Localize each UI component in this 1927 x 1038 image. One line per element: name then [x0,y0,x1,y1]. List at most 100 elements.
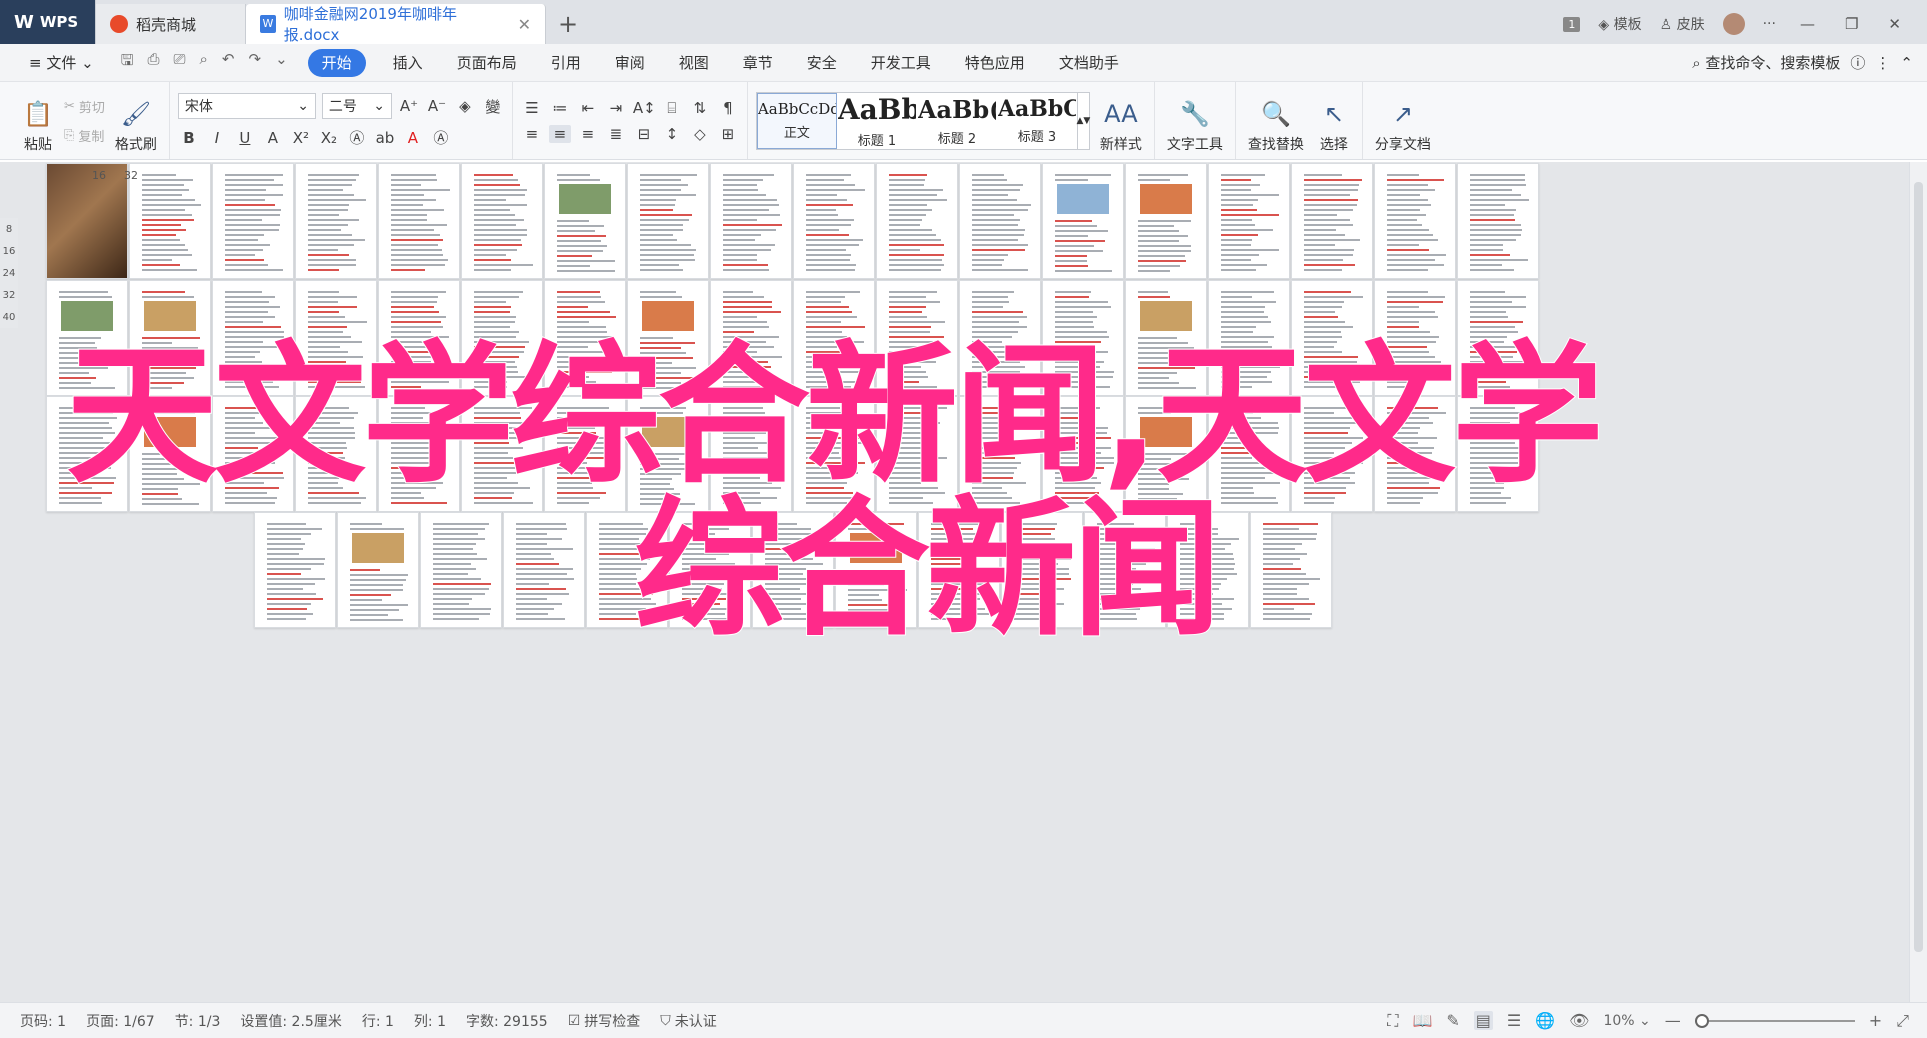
page-thumbnail[interactable] [1042,163,1124,279]
store-tab[interactable]: 稻壳商城 [96,4,246,44]
zoom-slider-knob[interactable] [1694,1013,1709,1028]
shading-icon[interactable]: ◇ [689,125,711,143]
fullscreen-icon[interactable]: ⛶ [1387,1011,1398,1031]
page-thumbnail[interactable] [835,512,917,628]
style-heading-2[interactable]: AaBb( 标题 2 [917,93,997,149]
page-thumbnail[interactable] [627,396,709,512]
decrease-indent-icon[interactable]: ⇤ [577,99,599,117]
font-name-select[interactable]: 宋体 ⌄ [177,93,316,119]
align-left-icon[interactable]: ≡ [521,125,543,143]
page-thumbnail[interactable] [46,280,128,396]
grow-font-icon[interactable]: A⁺ [398,97,420,115]
page-thumbnail[interactable] [1457,396,1539,512]
status-setting[interactable]: 设置值: 2.5厘米 [230,1011,351,1031]
fit-page-icon[interactable]: ⤢ [1896,1011,1909,1031]
numbered-list-icon[interactable]: ≔ [549,99,571,117]
command-search[interactable]: ⌕ 查找命令、搜索模板 [1692,52,1840,73]
page-thumbnail[interactable] [710,396,792,512]
menu-insert[interactable]: 插入 [376,49,440,77]
increase-indent-icon[interactable]: ⇥ [605,99,627,117]
text-direction-icon[interactable]: A↕ [633,99,656,117]
italic-icon[interactable]: I [206,129,228,147]
customize-icon[interactable]: ⌄ [275,50,288,75]
page-thumbnail[interactable] [669,512,751,628]
page-thumbnail[interactable] [1208,396,1290,512]
save-icon[interactable]: 🖫 [121,50,134,75]
menu-references[interactable]: 引用 [534,49,598,77]
status-page-number[interactable]: 页码: 1 [10,1011,76,1031]
avatar[interactable] [1722,13,1745,35]
zoom-slider[interactable] [1694,1013,1855,1028]
page-thumbnail[interactable] [1291,280,1373,396]
horizontal-ruler[interactable]: 16 32 [60,164,150,186]
page-thumbnail[interactable] [544,163,626,279]
close-window-icon[interactable]: ✕ [1882,15,1907,33]
zoom-level[interactable]: 10% ⌄ [1603,1013,1650,1029]
status-word-count[interactable]: 字数: 29155 [456,1011,558,1031]
page-thumbnail[interactable] [503,512,585,628]
menu-security[interactable]: 安全 [790,49,854,77]
bold-icon[interactable]: B [178,129,200,147]
page-thumbnail[interactable] [254,512,336,628]
page-thumbnail[interactable] [627,280,709,396]
status-page[interactable]: 页面: 1/67 [76,1011,165,1031]
template-button[interactable]: ◈ 模板 [1598,14,1641,34]
page-thumbnail[interactable] [586,512,668,628]
zoom-in-icon[interactable]: + [1869,1011,1882,1030]
document-workspace[interactable]: 天文学综合新闻,天文学 综合新闻 [0,162,1927,1002]
subscript-icon[interactable]: X₂ [318,129,340,147]
menu-features[interactable]: 特色应用 [948,49,1042,77]
page-thumbnail[interactable] [1291,396,1373,512]
status-section[interactable]: 节: 1/3 [165,1011,231,1031]
spellcheck-button[interactable]: ☑ 拼写检查 [558,1011,651,1031]
read-mode-icon[interactable]: 📖 [1412,1011,1432,1030]
format-painter-button[interactable]: 🖌 格式刷 [111,88,161,154]
text-effect-icon[interactable]: Ⓐ [346,127,368,148]
web-view-icon[interactable]: 🌐 [1535,1011,1555,1030]
redo-icon[interactable]: ↷ [249,50,262,75]
show-marks-icon[interactable]: ¶ [717,99,739,117]
menu-doc-assistant[interactable]: 文档助手 [1042,49,1136,77]
page-thumbnail[interactable] [1167,512,1249,628]
page-thumbnail[interactable] [793,163,875,279]
distribute-icon[interactable]: ⊟ [633,125,655,143]
page-thumbnail[interactable] [876,396,958,512]
page-thumbnail[interactable] [212,280,294,396]
skin-button[interactable]: ♙ 皮肤 [1660,14,1705,34]
scrollbar-thumb[interactable] [1914,182,1923,952]
align-right-icon[interactable]: ≡ [577,125,599,143]
page-thumbnail[interactable] [710,280,792,396]
page-thumbnail[interactable] [544,280,626,396]
share-doc-button[interactable]: ↗ 分享文档 [1371,88,1435,154]
page-thumbnail[interactable] [295,280,377,396]
menu-developer[interactable]: 开发工具 [854,49,948,77]
page-thumbnail[interactable] [1291,163,1373,279]
cut-button[interactable]: ✂ 剪切 [64,97,105,116]
minimize-icon[interactable]: — [1794,15,1821,33]
wps-home-tab[interactable]: W WPS [0,0,96,44]
page-thumbnail[interactable] [1374,396,1456,512]
outline-view-icon[interactable]: ☰ [1507,1011,1521,1030]
collapse-ribbon-icon[interactable]: ⌃ [1900,54,1913,72]
page-thumbnail[interactable] [378,396,460,512]
restore-icon[interactable]: ❐ [1839,15,1864,33]
page-thumbnail[interactable] [378,163,460,279]
zoom-out-icon[interactable]: — [1665,1011,1681,1030]
undo-icon[interactable]: ↶ [222,50,235,75]
certification-button[interactable]: ⛉ 未认证 [650,1011,727,1031]
page-thumbnail[interactable] [918,512,1000,628]
page-thumbnail[interactable] [1042,280,1124,396]
justify-icon[interactable]: ≣ [605,125,627,143]
page-thumbnail[interactable] [212,163,294,279]
phonetic-icon[interactable]: 變 [482,96,504,117]
export-icon[interactable]: ⎙ [147,50,159,75]
more-menu-icon[interactable]: ⋮ [1875,54,1890,72]
menu-review[interactable]: 审阅 [598,49,662,77]
style-gallery-scroll[interactable]: ▲▼ [1077,92,1090,149]
page-thumbnail[interactable] [212,396,294,512]
new-style-button[interactable]: AA 新样式 [1096,88,1146,154]
borders-icon[interactable]: ⊞ [717,125,739,143]
style-normal[interactable]: AaBbCcDd 正文 [756,92,837,149]
menu-layout[interactable]: 页面布局 [440,49,534,77]
align-center-icon[interactable]: ≡ [548,124,571,143]
